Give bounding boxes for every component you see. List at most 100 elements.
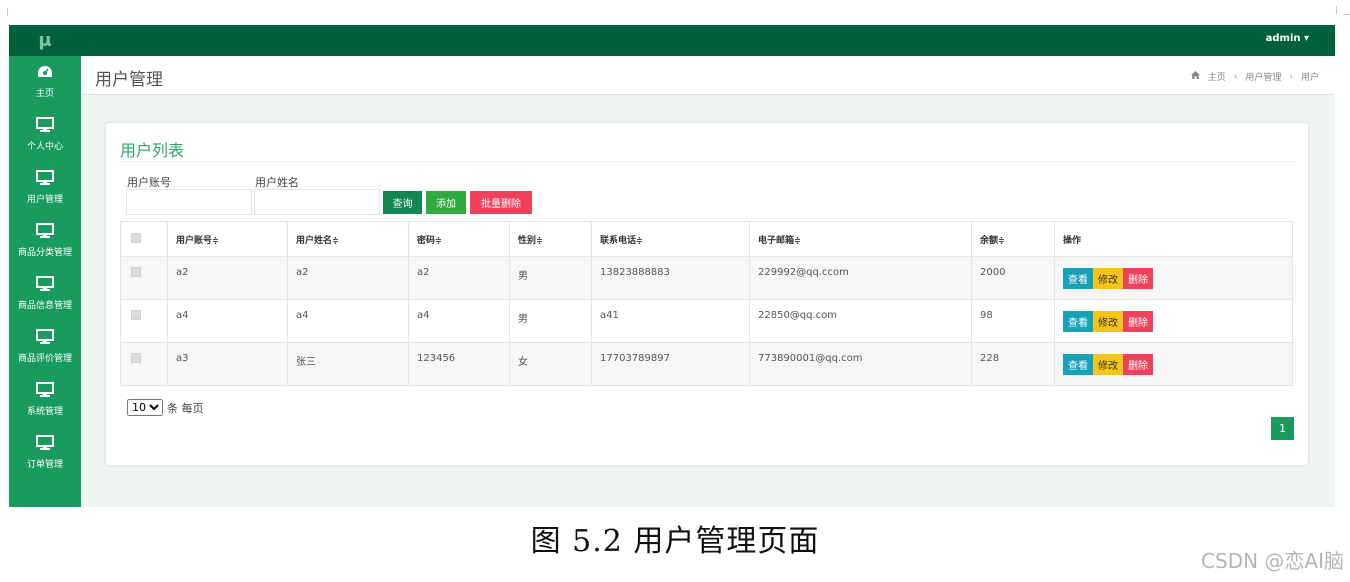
cell-password: a2 xyxy=(408,256,510,300)
column-header-email[interactable]: 电子邮箱≑ xyxy=(749,221,972,257)
delete-button[interactable]: 删除 xyxy=(1123,268,1153,289)
cell-balance: 228 xyxy=(971,342,1055,386)
cell-gender: 男 xyxy=(509,256,592,300)
monitor-icon xyxy=(35,381,55,399)
name-filter-input[interactable] xyxy=(254,189,380,215)
sidebar-item-profile[interactable]: 个人中心 xyxy=(9,109,81,162)
app-logo: μ xyxy=(9,25,81,56)
sort-icon: ≑ xyxy=(332,235,339,245)
cell-gender: 男 xyxy=(509,299,592,343)
monitor-icon xyxy=(35,275,55,293)
cell-balance: 2000 xyxy=(971,256,1055,300)
cell-actions: 查看 修改 删除 xyxy=(1054,342,1293,386)
row-checkbox[interactable] xyxy=(131,353,141,363)
delete-button[interactable]: 删除 xyxy=(1123,354,1153,375)
column-label: 用户账号 xyxy=(176,235,213,246)
sort-icon: ≑ xyxy=(212,235,219,245)
name-filter-label: 用户姓名 xyxy=(255,176,299,189)
view-button[interactable]: 查看 xyxy=(1063,354,1093,375)
column-header-balance[interactable]: 余额≑ xyxy=(971,221,1055,257)
per-page-label: 条 每页 xyxy=(167,401,204,415)
sidebar-item-reviews[interactable]: 商品评价管理 xyxy=(9,321,81,374)
add-button[interactable]: 添加 xyxy=(426,191,466,214)
app-window: μ 主页 个人中心 用户管理 商品分类管理 商品信息管理 商品评价管理 系统管理… xyxy=(9,25,1335,507)
figure-caption: 图 5.2 用户管理页面 xyxy=(530,524,820,559)
column-header-name[interactable]: 用户姓名≑ xyxy=(287,221,409,257)
column-header-password[interactable]: 密码≑ xyxy=(408,221,510,257)
document-page: μ 主页 个人中心 用户管理 商品分类管理 商品信息管理 商品评价管理 系统管理… xyxy=(0,0,1350,582)
cell-name: a4 xyxy=(287,299,409,343)
table-row: a2 a2 a2 男 13823888883 229992@qq.ccom 20… xyxy=(120,256,1293,300)
sidebar-item-label: 商品分类管理 xyxy=(17,248,72,258)
monitor-icon xyxy=(35,222,55,240)
sidebar-item-products[interactable]: 商品信息管理 xyxy=(9,268,81,321)
row-checkbox-cell xyxy=(120,256,168,300)
breadcrumb-item[interactable]: 主页 xyxy=(1208,70,1226,83)
cell-password: 123456 xyxy=(408,342,510,386)
table-header-row: 用户账号≑ 用户姓名≑ 密码≑ 性别≑ 联系电话≑ 电子邮箱≑ 余额≑ 操作 xyxy=(120,221,1293,257)
page-button-1[interactable]: 1 xyxy=(1271,417,1294,440)
edit-button[interactable]: 修改 xyxy=(1093,268,1123,289)
row-actions: 查看 修改 删除 xyxy=(1063,354,1292,375)
page-header: 用户管理 主页 › 用户管理 › 用户 xyxy=(81,56,1335,95)
cell-balance: 98 xyxy=(971,299,1055,343)
breadcrumb: 主页 › 用户管理 › 用户 xyxy=(1190,70,1319,83)
page-title: 用户管理 xyxy=(95,70,163,90)
column-header-phone[interactable]: 联系电话≑ xyxy=(591,221,750,257)
sidebar-item-label: 系统管理 xyxy=(26,407,63,417)
sidebar: μ 主页 个人中心 用户管理 商品分类管理 商品信息管理 商品评价管理 系统管理… xyxy=(9,25,81,507)
cell-phone: 13823888883 xyxy=(591,256,750,300)
row-checkbox-cell xyxy=(120,342,168,386)
cell-phone: a41 xyxy=(591,299,750,343)
search-button[interactable]: 查询 xyxy=(383,191,422,214)
sort-icon: ≑ xyxy=(636,235,643,245)
cell-password: a4 xyxy=(408,299,510,343)
account-filter-input[interactable] xyxy=(126,189,252,215)
delete-button[interactable]: 删除 xyxy=(1123,311,1153,332)
select-all-checkbox[interactable] xyxy=(131,232,141,243)
page-size-select[interactable]: 10 xyxy=(127,399,163,416)
view-button[interactable]: 查看 xyxy=(1063,311,1093,332)
row-actions: 查看 修改 删除 xyxy=(1063,268,1292,289)
row-checkbox[interactable] xyxy=(131,310,141,320)
user-table: 用户账号≑ 用户姓名≑ 密码≑ 性别≑ 联系电话≑ 电子邮箱≑ 余额≑ 操作 a… xyxy=(120,221,1293,386)
row-checkbox[interactable] xyxy=(131,267,141,277)
cell-account: a3 xyxy=(167,342,288,386)
sidebar-item-system[interactable]: 系统管理 xyxy=(9,374,81,427)
breadcrumb-item[interactable]: 用户管理 xyxy=(1245,70,1281,83)
row-checkbox-cell xyxy=(120,299,168,343)
batch-delete-button[interactable]: 批量删除 xyxy=(470,191,532,214)
cell-account: a4 xyxy=(167,299,288,343)
user-menu[interactable]: admin ▾ xyxy=(1266,33,1309,44)
column-label: 用户姓名 xyxy=(296,235,333,246)
edit-button[interactable]: 修改 xyxy=(1093,354,1123,375)
top-bar: admin ▾ xyxy=(81,25,1335,56)
sort-icon: ≑ xyxy=(794,235,801,245)
view-button[interactable]: 查看 xyxy=(1063,268,1093,289)
column-header-gender[interactable]: 性别≑ xyxy=(509,221,592,257)
column-header-account[interactable]: 用户账号≑ xyxy=(167,221,288,257)
breadcrumb-item: 用户 xyxy=(1300,73,1319,83)
sidebar-item-label: 商品评价管理 xyxy=(17,354,72,364)
edit-button[interactable]: 修改 xyxy=(1093,311,1123,332)
column-label: 联系电话 xyxy=(600,235,637,246)
sidebar-item-label: 个人中心 xyxy=(26,142,63,152)
monitor-icon xyxy=(35,116,55,134)
cell-email: 773890001@qq.com xyxy=(749,342,972,386)
column-label: 性别 xyxy=(518,235,537,246)
sidebar-item-users[interactable]: 用户管理 xyxy=(9,162,81,215)
monitor-icon xyxy=(35,169,55,187)
home-icon xyxy=(1190,71,1200,82)
sidebar-item-orders[interactable]: 订单管理 xyxy=(9,427,81,480)
cell-actions: 查看 修改 删除 xyxy=(1054,299,1293,343)
corner-mark xyxy=(1343,14,1350,15)
row-actions: 查看 修改 删除 xyxy=(1063,311,1292,332)
cell-gender: 女 xyxy=(509,342,592,386)
sidebar-item-categories[interactable]: 商品分类管理 xyxy=(9,215,81,268)
user-list-card: 用户列表 用户账号 用户姓名 查询 添加 批量删除 用户账号≑ 用户姓名≑ 密码… xyxy=(106,123,1308,465)
watermark: CSDN @恋AI脑 xyxy=(1201,549,1344,573)
column-label: 电子邮箱 xyxy=(758,235,795,246)
select-all-cell xyxy=(120,221,168,257)
sort-icon: ≑ xyxy=(435,235,442,245)
sidebar-item-home[interactable]: 主页 xyxy=(9,56,81,109)
